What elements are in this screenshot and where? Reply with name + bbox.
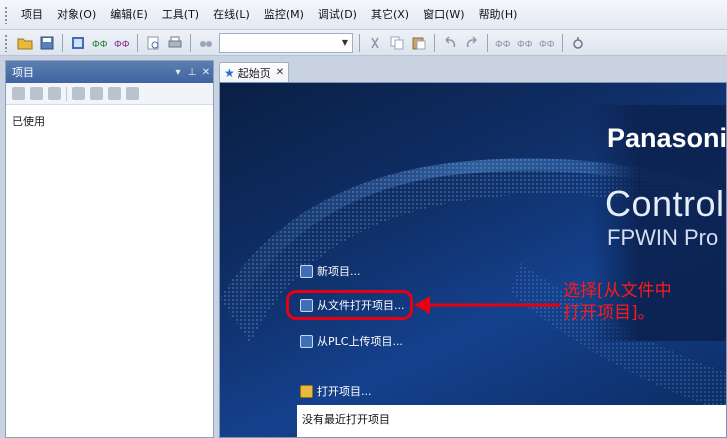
project-tree: 已使用 [6, 105, 213, 137]
annotation-text: 选择[从文件中 打开项目]。 [563, 280, 672, 324]
svg-text:ФФ: ФФ [539, 40, 555, 50]
open-project-link[interactable]: 打开项目... [300, 383, 372, 399]
product-title: Control [605, 183, 725, 224]
start-page: Panasonic Control FPWIN Pro 新项目... 从文件打开… [219, 82, 727, 438]
menu-monitor[interactable]: 监控(M) [257, 0, 311, 30]
toolbar-separator [562, 33, 563, 52]
chevron-down-icon[interactable]: ▼ [338, 34, 352, 52]
tree-tool-icon[interactable] [48, 87, 61, 100]
svg-text:ФФ: ФФ [92, 40, 108, 50]
debug-icon[interactable] [568, 33, 588, 53]
online-icon[interactable]: ФФ [493, 33, 513, 53]
toolbar: ФФ ФФ ▼ ФФ ФФ ФФ [0, 30, 727, 56]
menu-object[interactable]: 对象(O) [50, 0, 103, 30]
upload-from-plc-label: 从PLC上传项目... [317, 335, 403, 348]
toolbar-grip [4, 33, 8, 52]
tree-tool-icon[interactable] [72, 87, 85, 100]
product-subtitle: FPWIN Pro [607, 225, 719, 250]
undo-icon[interactable] [440, 33, 460, 53]
cut-icon[interactable] [365, 33, 385, 53]
menu-debug[interactable]: 调试(D) [311, 0, 364, 30]
dropdown-icon[interactable]: ▾ [171, 67, 185, 78]
annotation-line-1: 选择[从文件中 [563, 281, 672, 301]
close-icon[interactable]: ✕ [199, 67, 213, 78]
svg-text:ФФ: ФФ [114, 40, 130, 50]
toolbar-separator [137, 33, 138, 52]
project-panel-toolbar [6, 83, 213, 105]
tree-tool-icon[interactable] [90, 87, 103, 100]
brand-logo: Panasonic [607, 123, 727, 153]
offline-icon[interactable]: ФФ [515, 33, 535, 53]
save-icon[interactable] [37, 33, 57, 53]
tab-start-page-label: 起始页 [237, 66, 271, 80]
toolbar-separator [62, 33, 63, 52]
toolbar-separator [487, 33, 488, 52]
open-folder-icon[interactable] [15, 33, 35, 53]
toolbar-separator [434, 33, 435, 52]
monitor-icon[interactable]: ФФ [537, 33, 557, 53]
tab-start-page[interactable]: ★ 起始页 ✕ [219, 62, 289, 82]
project-panel-title: 项目 [12, 66, 34, 79]
compile-icon[interactable]: ФФ [90, 33, 110, 53]
menu-bar: 项目 对象(O) 编辑(E) 工具(T) 在线(L) 监控(M) 调试(D) 其… [0, 0, 727, 30]
project-panel-header: 项目 ▾ ⊥ ✕ [6, 61, 213, 83]
menu-window[interactable]: 窗口(W) [416, 0, 471, 30]
menu-help[interactable]: 帮助(H) [472, 0, 525, 30]
document-tabbar: ★ 起始页 ✕ [216, 60, 727, 82]
svg-text:ФФ: ФФ [495, 40, 511, 50]
open-project-label: 打开项目... [317, 385, 372, 398]
folder-icon [300, 384, 313, 398]
highlight-ring [286, 290, 413, 320]
menu-online[interactable]: 在线(L) [206, 0, 257, 30]
new-project-label: 新项目... [317, 265, 361, 278]
redo-icon[interactable] [462, 33, 482, 53]
panel-toolbar-separator [66, 86, 67, 101]
print-icon[interactable] [165, 33, 185, 53]
annotation-arrow [414, 296, 560, 314]
toolbar-combo[interactable]: ▼ [219, 32, 353, 53]
menu-grip [4, 5, 8, 24]
close-icon[interactable]: ✕ [276, 67, 284, 78]
recent-empty-text: 没有最近打开项目 [302, 413, 390, 426]
tree-tool-icon[interactable] [12, 87, 25, 100]
star-icon: ★ [224, 65, 235, 80]
annotation-line-2: 打开项目]。 [563, 303, 655, 323]
toolbar-separator [190, 33, 191, 52]
build-icon[interactable] [68, 33, 88, 53]
menu-other[interactable]: 其它(X) [364, 0, 416, 30]
menu-project[interactable]: 项目 [14, 0, 50, 30]
new-project-icon [300, 264, 313, 278]
project-panel: 项目 ▾ ⊥ ✕ 已使用 [5, 60, 214, 438]
compile-all-icon[interactable]: ФФ [112, 33, 132, 53]
tree-tool-icon[interactable] [126, 87, 139, 100]
new-project-link[interactable]: 新项目... [300, 263, 361, 279]
paste-icon[interactable] [409, 33, 429, 53]
upload-plc-icon [300, 334, 313, 348]
upload-from-plc-link[interactable]: 从PLC上传项目... [300, 333, 403, 349]
print-preview-icon[interactable] [143, 33, 163, 53]
tree-item-used[interactable]: 已使用 [12, 113, 207, 129]
menu-tools[interactable]: 工具(T) [155, 0, 206, 30]
find-icon[interactable] [196, 33, 216, 53]
toolbar-separator [359, 33, 360, 52]
pin-icon[interactable]: ⊥ [185, 67, 199, 78]
recent-projects-list: 没有最近打开项目 [297, 405, 726, 437]
copy-icon[interactable] [387, 33, 407, 53]
tree-tool-icon[interactable] [30, 87, 43, 100]
menu-edit[interactable]: 编辑(E) [103, 0, 155, 30]
tree-tool-icon[interactable] [108, 87, 121, 100]
svg-text:ФФ: ФФ [517, 40, 533, 50]
